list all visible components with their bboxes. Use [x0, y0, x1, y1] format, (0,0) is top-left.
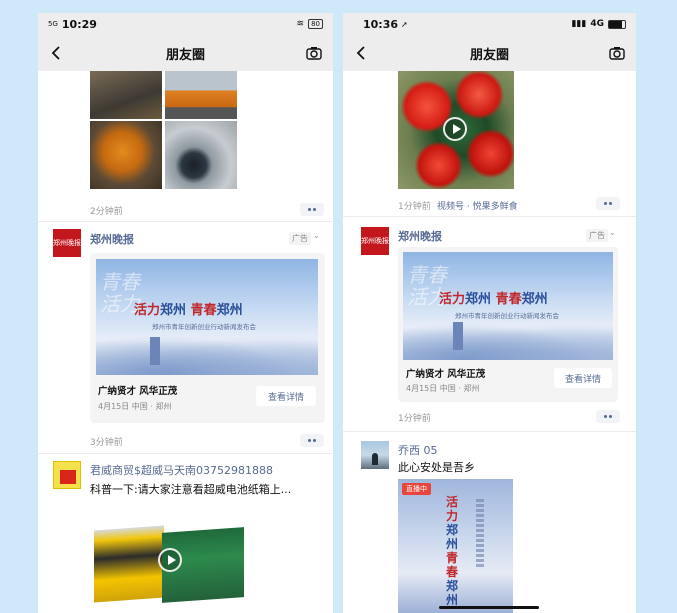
home-indicator — [439, 606, 539, 609]
view-details-button[interactable]: 查看详情 — [256, 386, 316, 406]
poster-name[interactable]: 乔西 05 — [398, 442, 438, 458]
post-timestamp: 1分钟前 — [398, 414, 431, 424]
wifi-icon: ≋ — [296, 19, 305, 29]
network-type: 4G — [590, 19, 604, 29]
tower-graphic — [453, 322, 463, 350]
back-arrow-icon[interactable] — [353, 44, 371, 62]
chevron-down-icon[interactable]: ⌄ — [609, 228, 616, 237]
play-button-icon[interactable] — [158, 548, 182, 572]
ad-slogan: 广纳贤才 风华正茂 — [98, 386, 178, 397]
location-arrow-icon: ➚ — [401, 19, 408, 29]
avatar[interactable]: 郑州晚报 — [361, 227, 389, 255]
nav-bar: 朋友圈 — [343, 35, 636, 71]
live-badge: 直播中 — [402, 483, 431, 495]
poster-name[interactable]: 郑州晚报 — [398, 228, 442, 244]
status-time: 10:36 — [363, 17, 399, 31]
ad-slogan: 广纳贤才 风华正茂 — [406, 369, 486, 380]
ad-meta: 4月15日 中国 · 郑州 — [98, 402, 172, 411]
battery-icon — [608, 19, 626, 29]
play-button-icon[interactable] — [443, 117, 467, 141]
more-options-button[interactable] — [596, 197, 620, 210]
banner-headline: 活力郑州 青春郑州 — [439, 292, 548, 307]
page-title: 朋友圈 — [469, 47, 509, 63]
live-stream-poster[interactable]: 直播中 活力 郑州 青春 郑州 — [398, 479, 513, 613]
divider — [343, 431, 636, 432]
chevron-down-icon[interactable]: ⌄ — [313, 231, 320, 240]
divider — [343, 216, 636, 217]
mountain-graphic — [403, 316, 613, 360]
ad-badge[interactable]: 广告 — [289, 232, 311, 245]
back-arrow-icon[interactable] — [48, 44, 66, 62]
cellular-signal-icon: ▮▮▮ — [571, 19, 587, 29]
post-photo[interactable] — [165, 121, 237, 189]
status-bar: 5G 10:29 ≋ 80 — [38, 13, 333, 35]
more-options-button[interactable] — [596, 410, 620, 423]
ad-badge[interactable]: 广告 — [586, 229, 608, 242]
post-text: 科普一下:请大家注意看超威电池纸箱上... — [90, 483, 292, 496]
tower-graphic — [150, 337, 160, 365]
post-video-thumbnail[interactable] — [398, 71, 514, 189]
more-options-button[interactable] — [300, 203, 324, 216]
more-options-button[interactable] — [300, 434, 324, 447]
avatar[interactable]: 郑州晚报 — [53, 229, 81, 257]
left-phone-screenshot: 5G 10:29 ≋ 80 朋友圈 2分钟前 郑州晚报 郑州晚报 广告 ⌄ 青春… — [38, 13, 333, 613]
divider — [38, 453, 333, 454]
status-bar: 10:36 ➚ ▮▮▮ 4G — [343, 13, 636, 35]
post-timestamp: 1分钟前 — [398, 202, 431, 212]
avatar[interactable] — [53, 461, 81, 489]
post-photo[interactable] — [165, 71, 237, 119]
mountain-graphic — [96, 328, 318, 375]
poster-name[interactable]: 郑州晚报 — [90, 231, 134, 247]
post-photo[interactable] — [90, 71, 162, 119]
ad-banner-image[interactable]: 青春活力 活力郑州 青春郑州 郑州市青年创新创业行动新闻发布会 — [403, 252, 613, 360]
ad-card[interactable]: 青春活力 活力郑州 青春郑州 郑州市青年创新创业行动新闻发布会 广纳贤才 风华正… — [398, 247, 618, 402]
ad-meta: 4月15日 中国 · 郑州 — [406, 384, 480, 393]
nav-bar: 朋友圈 — [38, 35, 333, 71]
poster-sidebar-text — [476, 499, 484, 569]
avatar[interactable] — [361, 441, 389, 469]
post-timestamp: 2分钟前 — [90, 207, 123, 217]
battery-icon: 80 — [308, 19, 323, 29]
banner-subtitle: 郑州市青年创新创业行动新闻发布会 — [455, 312, 559, 320]
ad-card[interactable]: 青春活力 活力郑州 青春郑州 郑州市青年创新创业行动新闻发布会 广纳贤才 风华正… — [90, 253, 325, 423]
camera-icon[interactable] — [305, 44, 323, 62]
divider — [38, 221, 333, 222]
post-text: 此心安处是吾乡 — [398, 461, 475, 474]
post-video-thumbnail[interactable] — [90, 508, 250, 613]
status-time: 10:29 — [61, 17, 97, 31]
post-photo[interactable] — [90, 121, 162, 189]
banner-headline: 活力郑州 青春郑州 — [134, 303, 243, 318]
camera-icon[interactable] — [608, 44, 626, 62]
poster-name[interactable]: 君威商贸$超威马天南03752981888 — [90, 462, 273, 478]
poster-title: 活力 郑州 青春 郑州 — [446, 495, 459, 607]
page-title: 朋友圈 — [165, 47, 205, 63]
right-phone-screenshot: 10:36 ➚ ▮▮▮ 4G 朋友圈 1分钟前 视频号 · 悦果多鲜食 郑州晚报… — [343, 13, 636, 613]
signal-indicator: 5G — [48, 20, 58, 28]
post-timestamp: 3分钟前 — [90, 438, 123, 448]
ad-banner-image[interactable]: 青春活力 活力郑州 青春郑州 郑州市青年创新创业行动新闻发布会 — [96, 259, 318, 375]
video-channel-link[interactable]: 视频号 · 悦果多鲜食 — [437, 199, 518, 212]
view-details-button[interactable]: 查看详情 — [554, 368, 612, 388]
banner-subtitle: 郑州市青年创新创业行动新闻发布会 — [152, 323, 256, 331]
